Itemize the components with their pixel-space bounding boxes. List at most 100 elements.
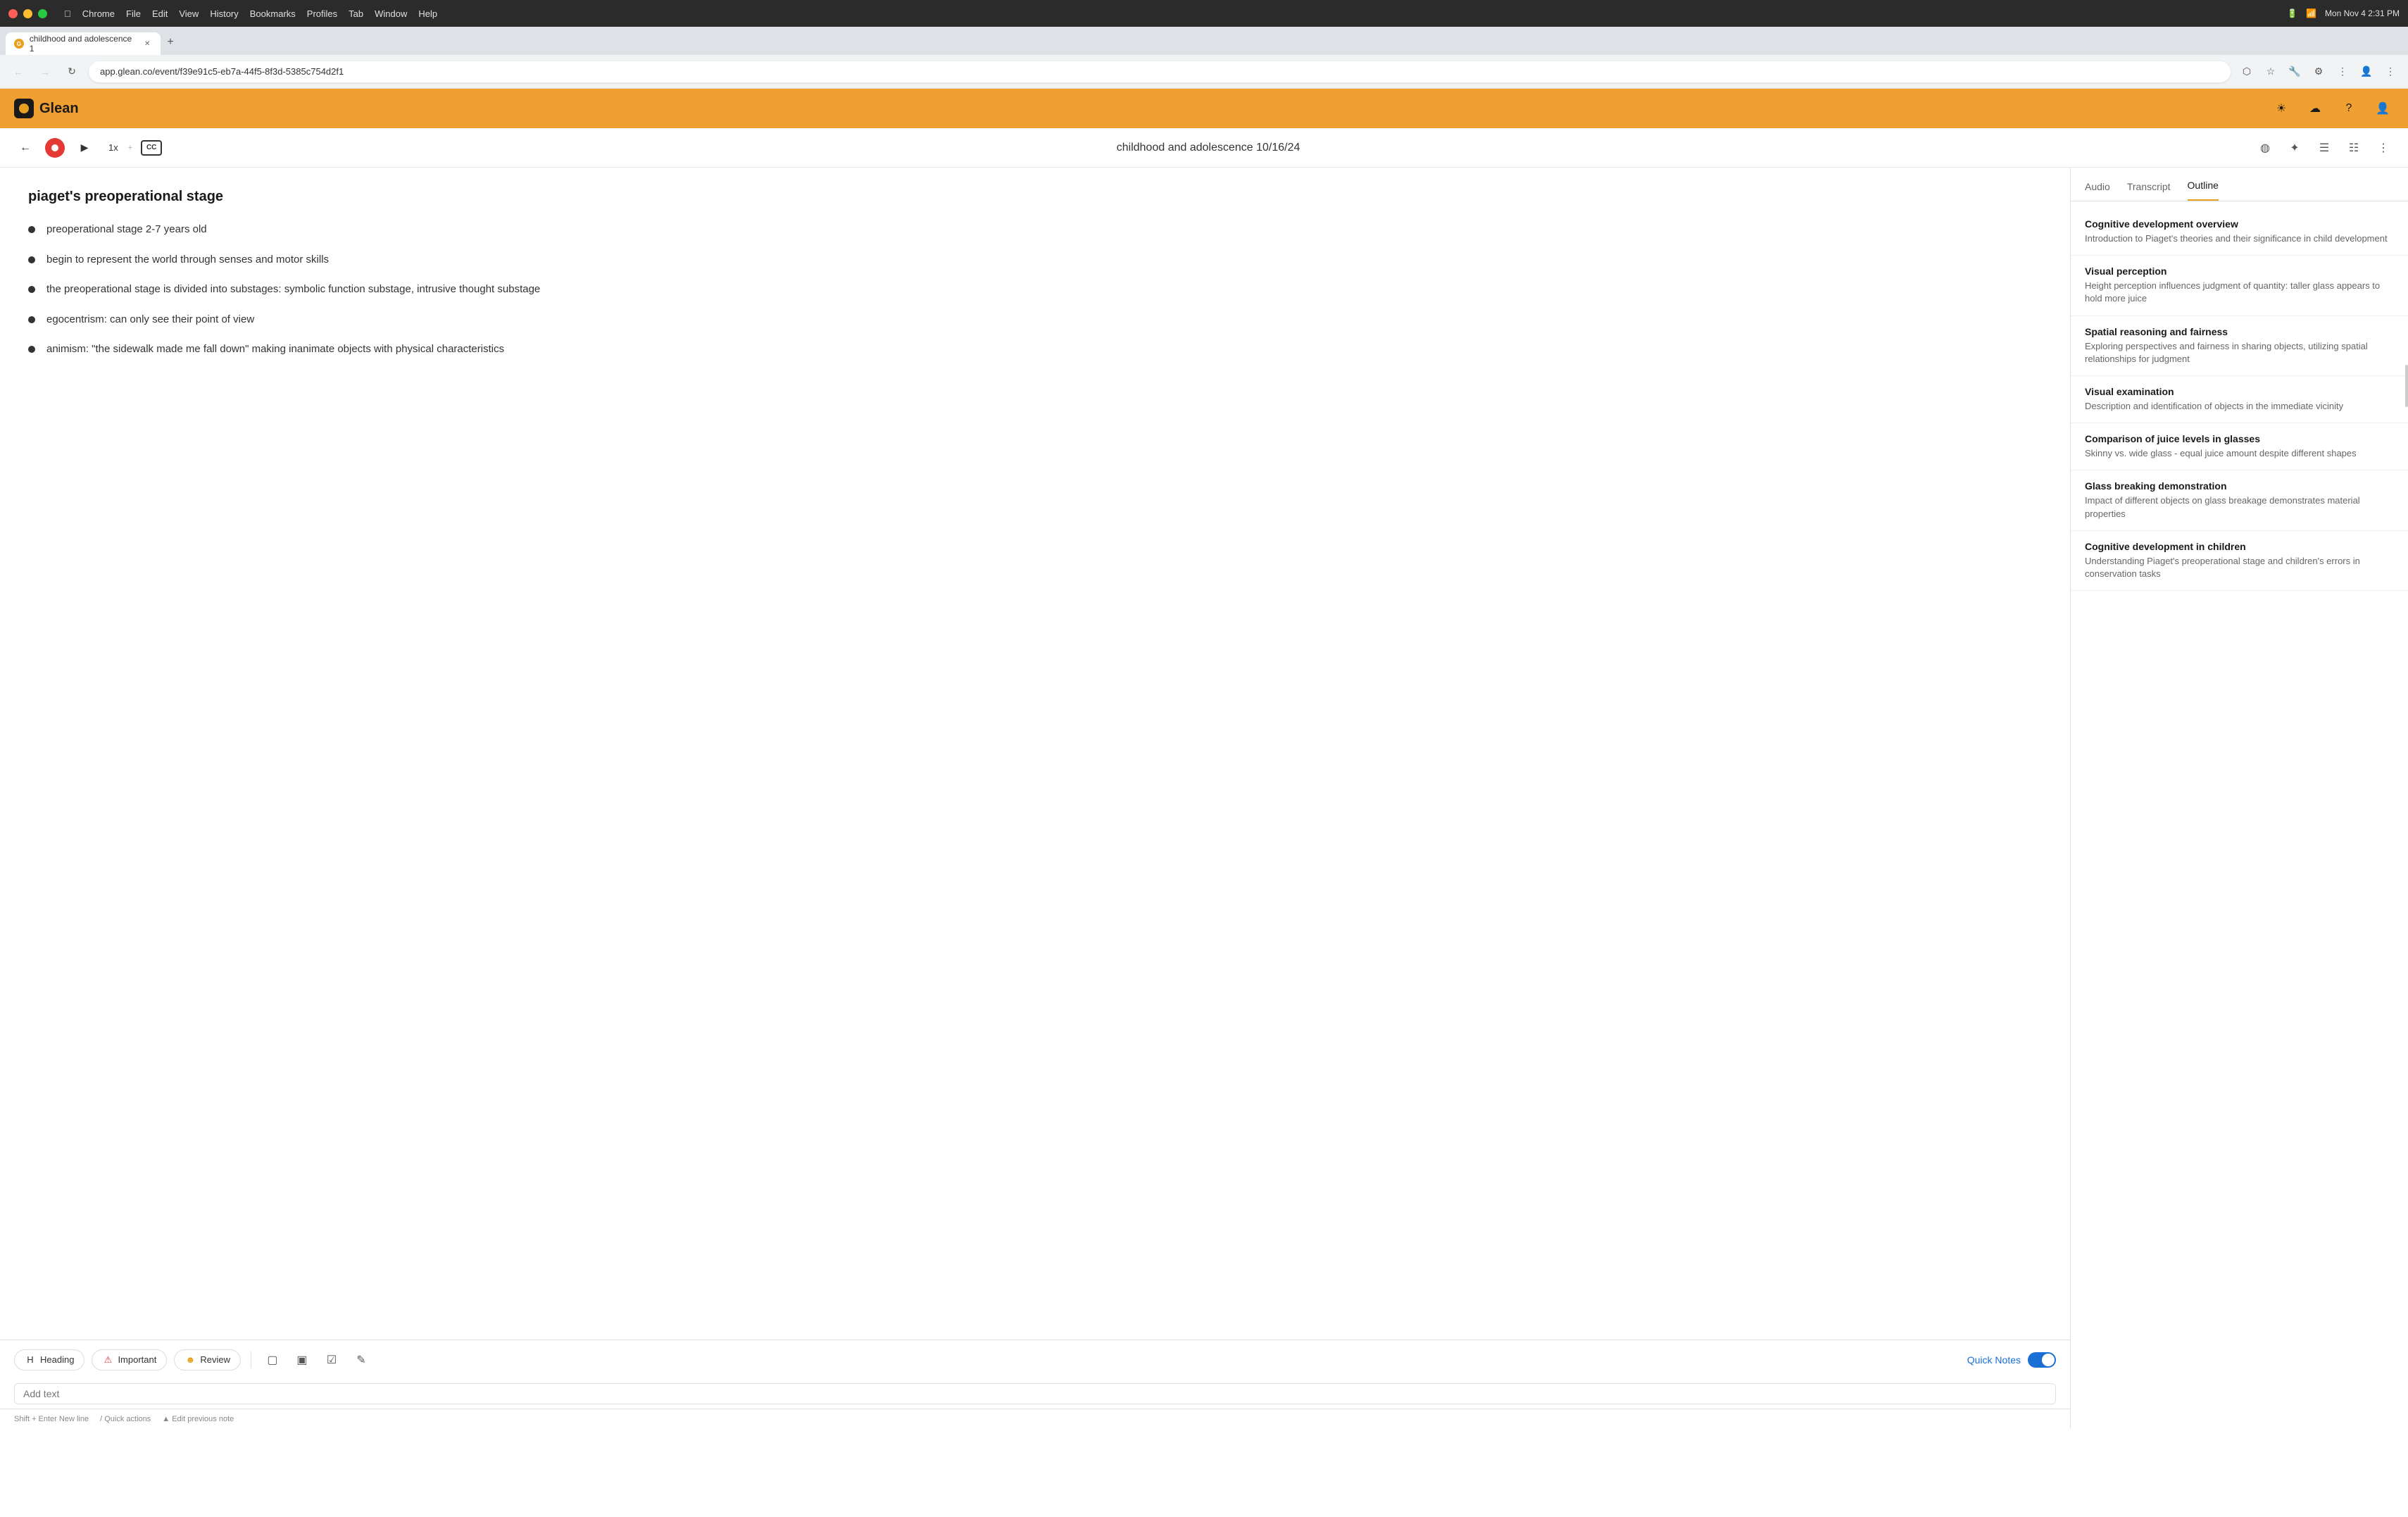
close-button[interactable] <box>8 9 18 18</box>
refresh-button[interactable]: ↻ <box>62 62 82 82</box>
menu-chrome[interactable]: Chrome <box>82 8 115 19</box>
new-tab-button[interactable]: + <box>161 32 180 52</box>
heading-button[interactable]: H Heading <box>14 1349 84 1371</box>
help-icon[interactable]: ? <box>2338 97 2360 120</box>
checkbox-icon[interactable]: ☑ <box>320 1349 343 1371</box>
note-bullet <box>28 316 35 323</box>
quick-notes-label: Quick Notes <box>1967 1354 2021 1366</box>
cloud-icon[interactable]: ☁ <box>2304 97 2326 120</box>
menu-edit[interactable]: Edit <box>152 8 168 19</box>
outline-item-visual-perception[interactable]: Visual perception Height perception infl… <box>2071 256 2408 316</box>
more-options-icon[interactable]: ⋮ <box>2373 137 2394 158</box>
hint-bar: Shift + Enter New line / Quick actions ▲… <box>0 1409 2070 1428</box>
user-icon[interactable]: 👤 <box>2371 97 2394 120</box>
toggle-knob <box>2042 1354 2055 1366</box>
sun-icon[interactable]: ☀ <box>2270 97 2293 120</box>
menu-view[interactable]: View <box>179 8 199 19</box>
bookmark-icon[interactable]: ☆ <box>2262 63 2280 81</box>
tab-favicon: G <box>14 39 24 49</box>
menu-profiles[interactable]: Profiles <box>307 8 337 19</box>
menu-tab[interactable]: Tab <box>349 8 363 19</box>
tab-transcript[interactable]: Transcript <box>2127 181 2171 201</box>
title-bar-right: 🔋 📶 Mon Nov 4 2:31 PM <box>2287 8 2400 18</box>
hint-shift-enter: Shift + Enter New line <box>14 1415 89 1423</box>
outline-item-title: Spatial reasoning and fairness <box>2085 326 2394 337</box>
maximize-button[interactable] <box>38 9 47 18</box>
note-bullet <box>28 226 35 233</box>
image-icon[interactable]: ▢ <box>261 1349 284 1371</box>
player-record-button[interactable] <box>45 138 65 158</box>
address-bar-actions: ⬡ ☆ 🔧 ⚙ ⋮ 👤 ⋮ <box>2238 63 2400 81</box>
settings-icon[interactable]: ⚙ <box>2309 63 2328 81</box>
traffic-lights <box>8 9 47 18</box>
outline-item-cognitive-development[interactable]: Cognitive development overview Introduct… <box>2071 208 2408 256</box>
quick-notes-area: Quick Notes <box>1967 1352 2056 1368</box>
player-cc-button[interactable]: CC <box>141 140 162 156</box>
notes-icon[interactable]: ☰ <box>2314 137 2335 158</box>
note-text: egocentrism: can only see their point of… <box>46 312 254 328</box>
back-button[interactable]: ← <box>8 62 28 82</box>
note-item: begin to represent the world through sen… <box>28 252 2042 268</box>
browser-menu[interactable]: ⋮ <box>2381 63 2400 81</box>
card-icon[interactable]: ▣ <box>291 1349 313 1371</box>
pen-icon[interactable]: ✎ <box>350 1349 372 1371</box>
active-tab[interactable]: G childhood and adolescence 1 ✕ <box>6 32 161 55</box>
note-bullet <box>28 346 35 353</box>
note-bullet <box>28 286 35 293</box>
outline-item-juice-comparison[interactable]: Comparison of juice levels in glasses Sk… <box>2071 423 2408 470</box>
player-back-button[interactable]: ← <box>14 137 37 159</box>
review-button[interactable]: ☻ Review <box>174 1349 241 1371</box>
note-item: animism: "the sidewalk made me fall down… <box>28 342 2042 358</box>
note-text: the preoperational stage is divided into… <box>46 282 540 298</box>
review-label: Review <box>200 1354 230 1365</box>
profile-icon[interactable]: 👤 <box>2357 63 2376 81</box>
tab-close-button[interactable]: ✕ <box>142 39 152 49</box>
tab-outline[interactable]: Outline <box>2188 180 2219 201</box>
section-title: piaget's preoperational stage <box>28 189 2042 205</box>
menu-history[interactable]: History <box>210 8 238 19</box>
history-icon[interactable]: ◍ <box>2255 137 2276 158</box>
note-item: preoperational stage 2-7 years old <box>28 222 2042 238</box>
more-icon[interactable]: ⋮ <box>2333 63 2352 81</box>
outline-item-desc: Description and identification of object… <box>2085 400 2394 413</box>
layout-icon[interactable]: ☷ <box>2343 137 2364 158</box>
glean-header: Glean ☀ ☁ ? 👤 <box>0 89 2408 128</box>
menu-help[interactable]: Help <box>418 8 437 19</box>
glean-logo[interactable]: Glean <box>14 99 79 118</box>
quick-notes-toggle[interactable] <box>2028 1352 2056 1368</box>
glean-logo-text: Glean <box>39 101 79 117</box>
important-button[interactable]: ⚠ Important <box>92 1349 167 1371</box>
menu-file[interactable]: File <box>126 8 141 19</box>
player-bar: ← ▶ 1x + CC childhood and adolescence 10… <box>0 128 2408 168</box>
clock: Mon Nov 4 2:31 PM <box>2325 8 2400 18</box>
outline-item-cognitive-children[interactable]: Cognitive development in children Unders… <box>2071 531 2408 591</box>
magic-icon[interactable]: ✦ <box>2284 137 2305 158</box>
add-text-input[interactable] <box>14 1383 2056 1404</box>
outline-item-visual-examination[interactable]: Visual examination Description and ident… <box>2071 376 2408 423</box>
outline-item-title: Visual perception <box>2085 266 2394 277</box>
forward-button[interactable]: → <box>35 62 55 82</box>
outline-item-desc: Height perception influences judgment of… <box>2085 280 2394 305</box>
outline-item-glass-breaking[interactable]: Glass breaking demonstration Impact of d… <box>2071 470 2408 530</box>
player-speed[interactable]: 1x <box>104 140 123 155</box>
player-play-button[interactable]: ▶ <box>73 137 96 159</box>
minimize-button[interactable] <box>23 9 32 18</box>
address-input[interactable] <box>89 61 2231 82</box>
tab-label: childhood and adolescence 1 <box>30 34 137 54</box>
outline-scrollbar[interactable] <box>2405 365 2408 407</box>
important-label: Important <box>118 1354 156 1365</box>
glean-logo-icon <box>14 99 34 118</box>
menu-bar:  Chrome File Edit View History Bookmark… <box>64 8 437 19</box>
outline-item-desc: Skinny vs. wide glass - equal juice amou… <box>2085 447 2394 460</box>
tab-audio[interactable]: Audio <box>2085 181 2110 201</box>
cast-icon[interactable]: ⬡ <box>2238 63 2256 81</box>
menu-window[interactable]: Window <box>375 8 407 19</box>
note-text: begin to represent the world through sen… <box>46 252 329 268</box>
important-icon: ⚠ <box>102 1354 113 1366</box>
main-area: piaget's preoperational stage preoperati… <box>0 168 2408 1428</box>
extension-icon[interactable]: 🔧 <box>2285 63 2304 81</box>
outline-item-spatial-reasoning[interactable]: Spatial reasoning and fairness Exploring… <box>2071 316 2408 376</box>
menu-apple[interactable]:  <box>64 8 71 19</box>
menu-bookmarks[interactable]: Bookmarks <box>250 8 296 19</box>
hint-quick-actions: / Quick actions <box>100 1415 151 1423</box>
